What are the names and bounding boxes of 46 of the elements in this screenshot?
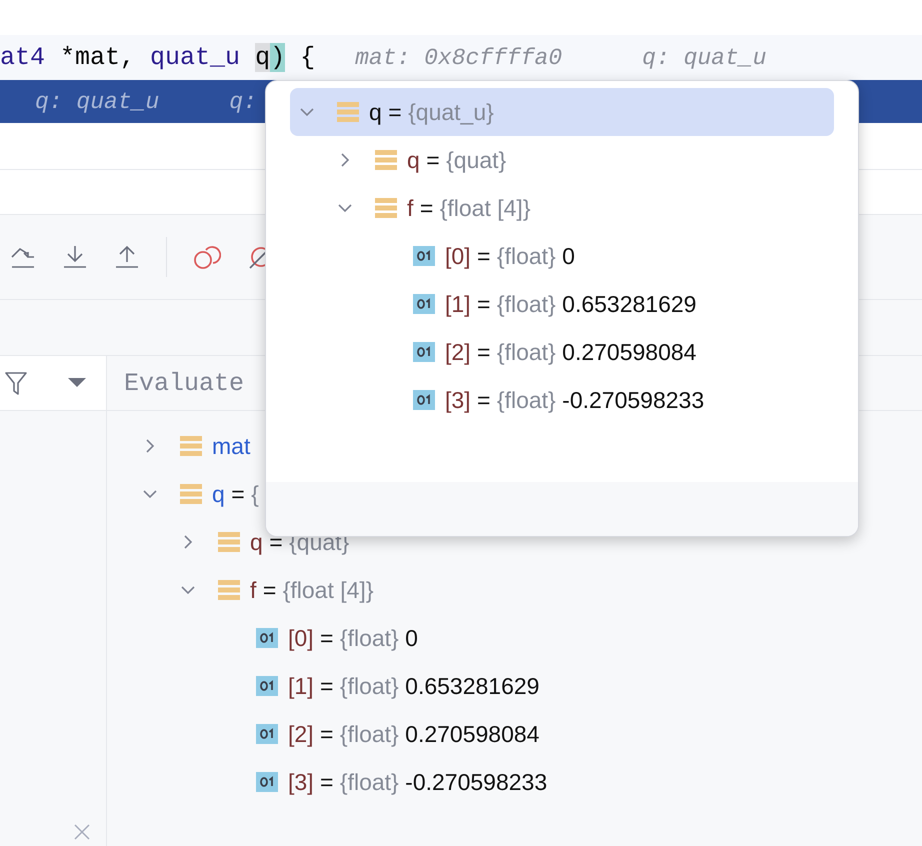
struct-icon <box>180 483 202 505</box>
variable-entry[interactable]: [2] = {float} 0.270598084 <box>445 338 696 366</box>
struct-icon <box>375 149 397 171</box>
step-into-icon[interactable] <box>62 244 88 270</box>
struct-icon <box>218 531 240 553</box>
code-token: quat_u <box>150 43 240 72</box>
inline-hint: q: quat_u <box>642 44 766 70</box>
variable-entry[interactable]: q = {quat} <box>407 146 506 174</box>
variable-entry[interactable]: [1] = {float} 0.653281629 <box>288 672 540 700</box>
variable-entry[interactable]: [3] = {float} -0.270598233 <box>445 386 704 414</box>
primitive-icon <box>413 341 435 363</box>
primitive-icon <box>413 389 435 411</box>
variable-entry[interactable]: [0] = {float} 0 <box>445 242 575 270</box>
variable-entry[interactable]: [2] = {float} 0.270598084 <box>288 720 540 748</box>
variable-entry[interactable]: f = {float [4]} <box>407 194 531 222</box>
breakpoints-icon[interactable] <box>193 243 221 271</box>
filter-icon[interactable] <box>4 370 28 396</box>
code-token: at4 <box>0 43 46 72</box>
struct-icon <box>375 197 397 219</box>
primitive-icon <box>256 771 278 793</box>
selected-tree-row[interactable]: q = {quat_u} <box>290 88 834 136</box>
variable-entry[interactable]: mat <box>212 432 250 460</box>
inline-hint: q: <box>229 88 257 114</box>
struct-icon <box>337 101 359 123</box>
close-icon[interactable] <box>74 824 90 840</box>
code-token: *mat, <box>59 43 136 72</box>
primitive-icon <box>256 627 278 649</box>
primitive-icon <box>413 245 435 267</box>
variable-entry[interactable]: f = {float [4]} <box>250 576 374 604</box>
primitive-icon <box>256 675 278 697</box>
struct-icon <box>218 579 240 601</box>
code-token: q <box>255 43 270 72</box>
step-out-icon[interactable] <box>114 244 140 270</box>
primitive-icon <box>413 293 435 315</box>
code-token: { <box>299 43 316 72</box>
inline-hint: mat: 0x8cffffa0 <box>355 44 562 70</box>
variable-entry[interactable]: q = {quat_u} <box>369 98 494 126</box>
primitive-icon <box>256 723 278 745</box>
struct-icon <box>180 435 202 457</box>
variable-entry[interactable]: [3] = {float} -0.270598233 <box>288 768 548 796</box>
variable-entry[interactable]: [1] = {float} 0.653281629 <box>445 290 696 318</box>
dropdown-icon[interactable] <box>68 378 86 388</box>
inline-hint: q: quat_u <box>35 88 160 114</box>
variable-entry[interactable]: q = { <box>212 480 259 508</box>
code-token: ) <box>270 43 286 72</box>
variable-entry[interactable]: [0] = {float} 0 <box>288 624 418 652</box>
